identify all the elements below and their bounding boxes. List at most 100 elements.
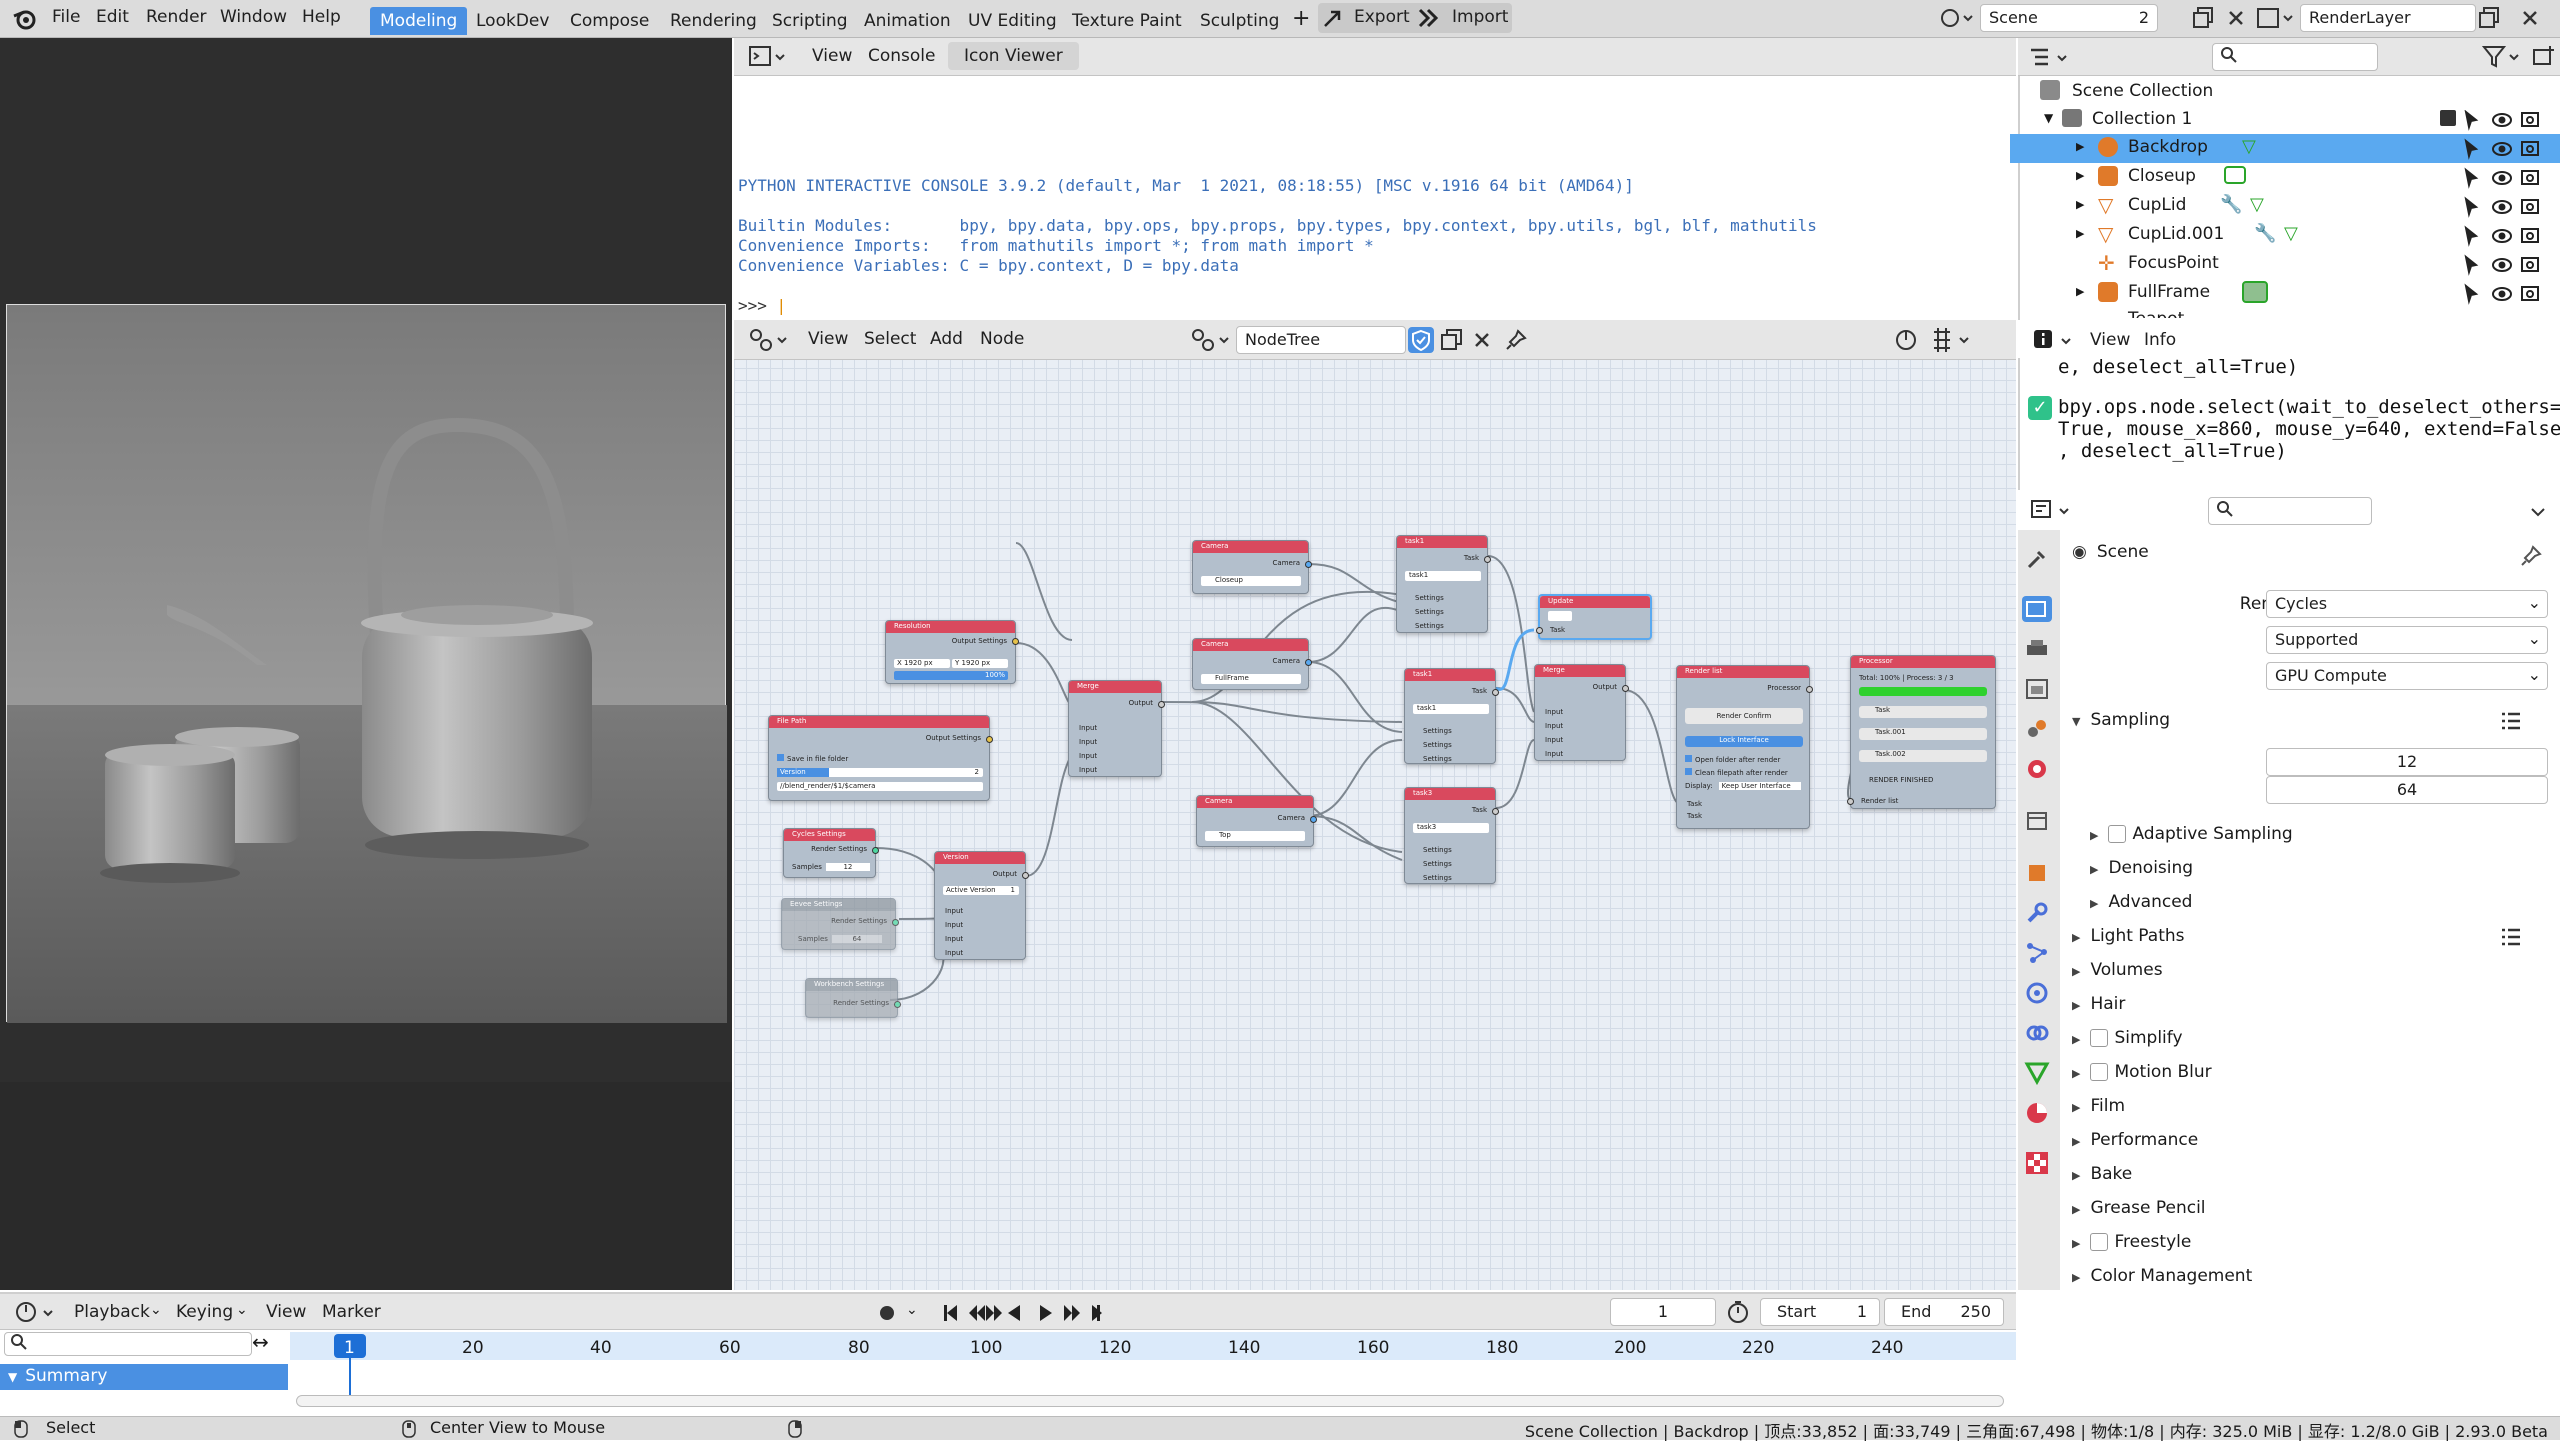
- node-view-menu[interactable]: View: [808, 329, 848, 349]
- render-confirm-button[interactable]: Render Confirm: [1685, 708, 1803, 724]
- advanced-panel[interactable]: ▶Advanced: [2090, 892, 2192, 912]
- scene-field[interactable]: Scene2: [1980, 4, 2158, 32]
- node-node-menu[interactable]: Node: [980, 329, 1024, 349]
- open-folder-option[interactable]: Open folder after render: [1685, 755, 1780, 764]
- unlink-tree-icon[interactable]: [1472, 330, 1492, 350]
- tab-texture-paint[interactable]: Texture Paint: [1062, 7, 1192, 35]
- properties-type-icon[interactable]: [2030, 498, 2072, 524]
- node-merge-1[interactable]: Merge Output InputInputInputInput: [1068, 680, 1162, 777]
- node-eevee-header[interactable]: Eevee Settings: [782, 899, 895, 911]
- node-update-toggle[interactable]: [1548, 611, 1572, 621]
- swap-icon[interactable]: ↔: [252, 1330, 269, 1354]
- volumes-panel[interactable]: ▶Volumes: [2072, 960, 2163, 980]
- node-task-2-header[interactable]: task1: [1405, 669, 1495, 681]
- info-report[interactable]: bpy.ops.node.select(wait_to_deselect_oth…: [2058, 396, 2560, 462]
- summary-channel[interactable]: ▼Summary: [0, 1364, 288, 1390]
- export-button[interactable]: Export: [1354, 7, 1410, 27]
- hair-panel[interactable]: ▶Hair: [2072, 994, 2125, 1014]
- node-task-3-header[interactable]: task3: [1405, 788, 1495, 800]
- tab-sculpting[interactable]: Sculpting: [1190, 7, 1289, 35]
- outliner-visibility-icons[interactable]: [2462, 110, 2552, 315]
- adaptive-sampling-panel[interactable]: ▶Adaptive Sampling: [2090, 824, 2293, 844]
- tab-rendering[interactable]: Rendering: [660, 7, 767, 35]
- node-processor[interactable]: Processor Total: 100% | Process: 3 / 3 T…: [1850, 655, 1996, 809]
- node-processor-header[interactable]: Processor: [1851, 656, 1995, 668]
- menu-window[interactable]: Window: [220, 7, 287, 27]
- node-task-1[interactable]: task1 Task task1 SettingsSettingsSetting…: [1396, 535, 1488, 633]
- import-button[interactable]: Import: [1452, 7, 1508, 27]
- node-task-1-name[interactable]: task1: [1405, 571, 1481, 581]
- display-dropdown[interactable]: Keep User Interface: [1719, 782, 1801, 790]
- node-camera-1-field[interactable]: Closeup: [1201, 576, 1301, 586]
- node-task-2[interactable]: task1 Task task1 SettingsSettingsSetting…: [1404, 668, 1496, 764]
- freestyle-panel[interactable]: ▶Freestyle: [2072, 1232, 2191, 1252]
- menu-render[interactable]: Render: [146, 7, 207, 27]
- menu-file[interactable]: File: [52, 7, 80, 27]
- node-camera-2-header[interactable]: Camera: [1193, 639, 1308, 651]
- node-tree-type-icon[interactable]: [1190, 327, 1232, 353]
- properties-search-field[interactable]: [2208, 497, 2372, 525]
- close-scene-icon[interactable]: [2226, 8, 2246, 28]
- scene-icon[interactable]: [1938, 5, 1974, 31]
- node-workbench-socket[interactable]: [894, 1001, 901, 1008]
- denoising-panel[interactable]: ▶Denoising: [2090, 858, 2193, 878]
- outliner-scene-collection[interactable]: Scene Collection: [2010, 78, 2560, 107]
- node-cycles-socket[interactable]: [872, 847, 879, 854]
- node-camera-fullframe[interactable]: Camera Camera FullFrame: [1192, 638, 1309, 690]
- node-tree-field[interactable]: NodeTree: [1236, 326, 1406, 354]
- info-type-icon[interactable]: [2032, 328, 2074, 354]
- node-add-menu[interactable]: Add: [930, 329, 963, 349]
- keying-menu[interactable]: Keying: [176, 1302, 233, 1322]
- clean-filepath-option[interactable]: Clean filepath after render: [1685, 768, 1788, 777]
- console-editor-type-icon[interactable]: [748, 44, 788, 70]
- node-task-2-name[interactable]: task1: [1413, 704, 1489, 714]
- node-camera-2-socket[interactable]: [1305, 659, 1312, 666]
- close-render-layer-icon[interactable]: [2520, 8, 2540, 28]
- clean-filepath-checkbox[interactable]: [1685, 768, 1692, 775]
- node-eevee-samples[interactable]: Samples64: [798, 935, 882, 943]
- console-prompt[interactable]: >>> |: [738, 296, 786, 315]
- save-checkbox[interactable]: [777, 754, 784, 761]
- new-collection-icon[interactable]: [2532, 44, 2556, 68]
- console-console-menu[interactable]: Console: [868, 46, 936, 66]
- device-dropdown[interactable]: GPU Compute⌄: [2266, 662, 2548, 690]
- node-workbench-header[interactable]: Workbench Settings: [806, 979, 897, 991]
- node-eevee-socket[interactable]: [892, 919, 899, 926]
- blender-logo-icon[interactable]: [12, 8, 36, 30]
- modifier-tab-icon[interactable]: [2024, 900, 2050, 926]
- texture-tab-icon[interactable]: [2024, 1150, 2050, 1176]
- node-editor-type-icon[interactable]: [748, 327, 790, 353]
- node-task-3[interactable]: task3 Task task3 SettingsSettingsSetting…: [1404, 787, 1496, 884]
- open-folder-checkbox[interactable]: [1685, 755, 1692, 762]
- node-resolution-socket[interactable]: [1012, 638, 1019, 645]
- render-engine-dropdown[interactable]: Cycles⌄: [2266, 590, 2548, 618]
- node-camera-closeup[interactable]: Camera Camera Closeup: [1192, 540, 1309, 594]
- freestyle-checkbox[interactable]: [2090, 1233, 2108, 1251]
- playback-menu[interactable]: Playback: [74, 1302, 150, 1322]
- current-frame-field[interactable]: 1: [1610, 1298, 1716, 1326]
- view-layer-tab-icon[interactable]: [2024, 676, 2050, 702]
- marker-menu[interactable]: Marker: [322, 1302, 381, 1322]
- lock-interface-toggle[interactable]: Lock Interface: [1685, 736, 1803, 747]
- collection-tab-icon[interactable]: [2024, 808, 2050, 834]
- info-view-menu[interactable]: View: [2090, 330, 2130, 350]
- node-resolution-x[interactable]: X 1920 px: [894, 659, 950, 668]
- node-processor-socket[interactable]: [1847, 798, 1854, 805]
- presets-list-icon[interactable]: [2500, 710, 2522, 732]
- node-version-header[interactable]: Version: [935, 852, 1025, 864]
- render-layer-field[interactable]: RenderLayer: [2300, 4, 2476, 32]
- particles-tab-icon[interactable]: [2024, 940, 2050, 966]
- node-camera-3-socket[interactable]: [1310, 816, 1317, 823]
- motion-blur-checkbox[interactable]: [2090, 1063, 2108, 1081]
- node-file-path[interactable]: File Path Output Settings Save in file f…: [768, 715, 990, 801]
- node-version-active[interactable]: Active Version1: [943, 886, 1019, 895]
- processor-task-c[interactable]: Task.002: [1859, 750, 1987, 762]
- node-render-list[interactable]: Render list Processor Render Confirm Loc…: [1676, 665, 1810, 829]
- tab-uv-editing[interactable]: UV Editing: [958, 7, 1067, 35]
- tab-scripting[interactable]: Scripting: [762, 7, 858, 35]
- bake-panel[interactable]: ▶Bake: [2072, 1164, 2132, 1184]
- grease-pencil-panel[interactable]: ▶Grease Pencil: [2072, 1198, 2206, 1218]
- node-update-header[interactable]: Update: [1540, 596, 1650, 608]
- menu-help[interactable]: Help: [302, 7, 341, 27]
- expand-icon[interactable]: ▶: [2076, 285, 2084, 298]
